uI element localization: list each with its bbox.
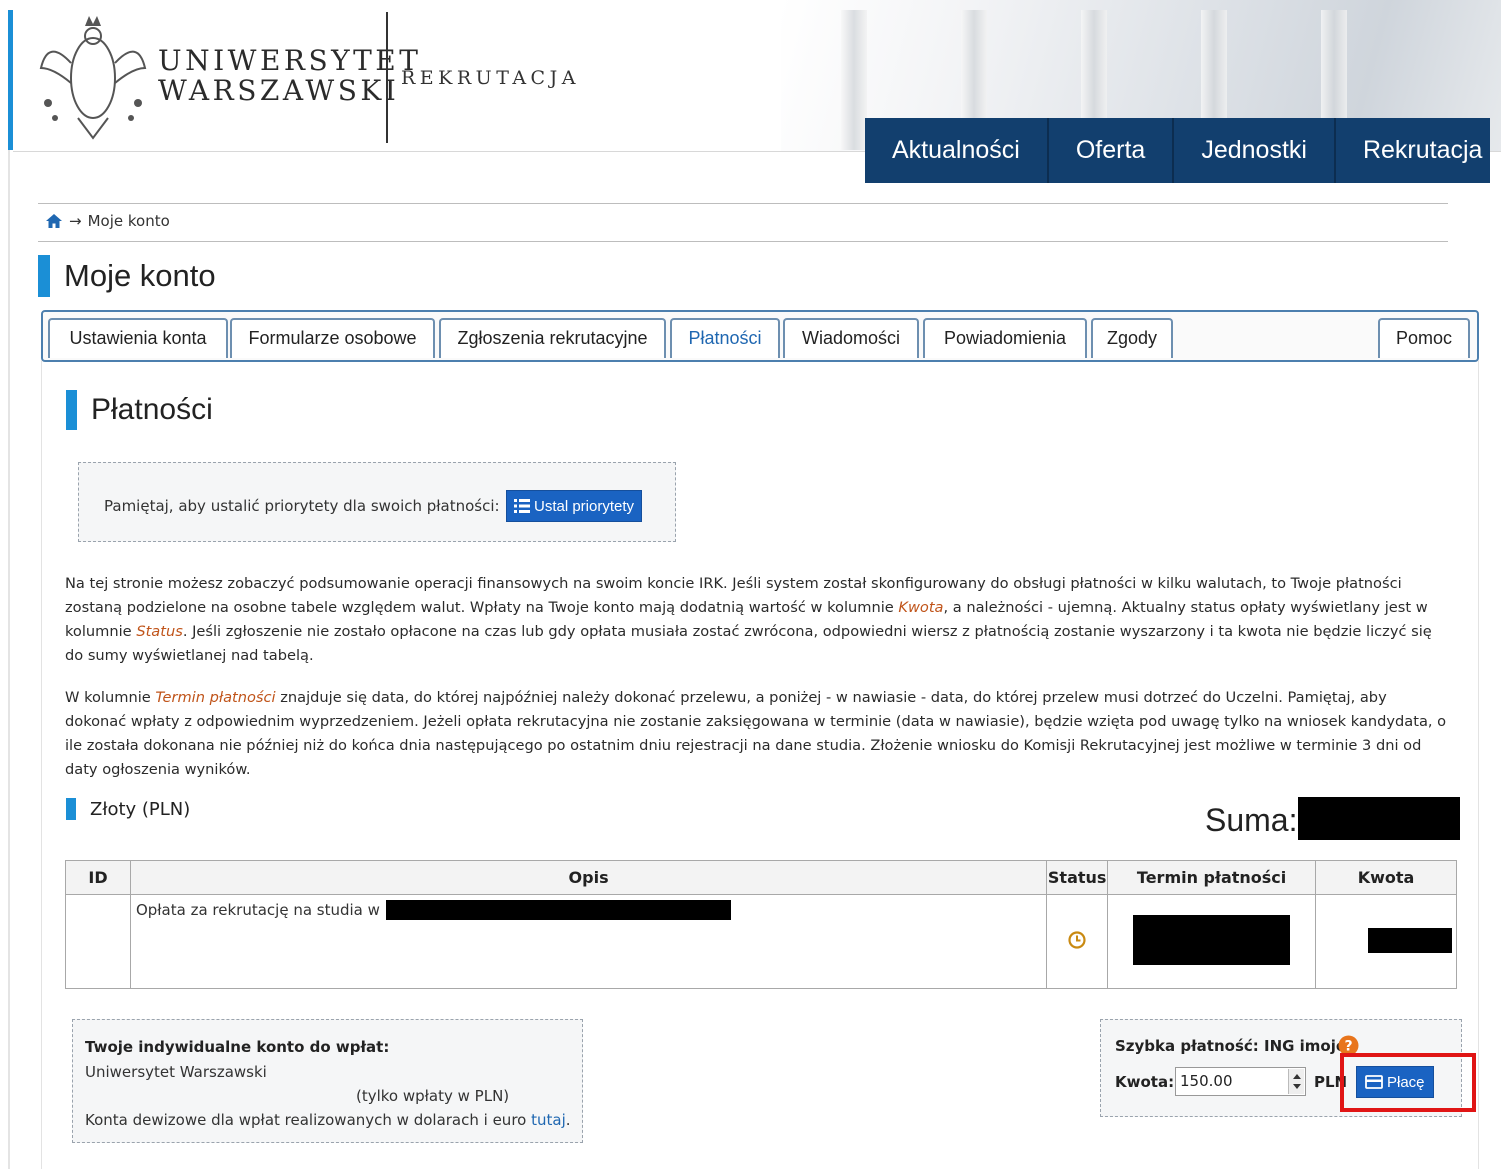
logo-wordmark: UNIWERSYTET WARSZAWSKI [158,44,422,107]
tab-wiadomosci[interactable]: Wiadomości [783,318,919,358]
nav-oferta[interactable]: Oferta [1049,118,1175,183]
amount-label: Kwota: [1115,1073,1175,1091]
section-accent-bar [66,390,77,430]
tab-platnosci[interactable]: Płatności [670,318,780,358]
cell-id [65,894,131,989]
tab-formularze-osobowe[interactable]: Formularze osobowe [230,318,435,358]
tab-pomoc[interactable]: Pomoc [1378,318,1470,358]
priority-text: Pamiętaj, aby ustalić priorytety dla swo… [104,497,500,515]
breadcrumb-arrow: → [69,212,82,230]
cell-kwota [1315,894,1457,989]
section-header: Płatności [66,390,213,430]
logo-divider [386,12,388,143]
tab-powiadomienia[interactable]: Powiadomienia [923,318,1087,358]
foreign-accounts-text: Konta dewizowe dla wpłat realizowanych w… [85,1111,571,1129]
payment-description: Opłata za rekrutację na studia w " [135,901,392,919]
tab-zgody[interactable]: Zgody [1091,318,1173,358]
termin-redacted [1133,915,1291,965]
termin-highlight: Termin płatności [155,689,276,706]
university-eagle-logo [39,16,147,140]
individual-account-box: Twoje indywidualne konto do wpłat: Uniwe… [72,1019,583,1143]
top-navigation: Aktualności Oferta Jednostki Rekrutacja [865,118,1491,183]
breadcrumb: → Moje konto [45,212,170,230]
stepper-arrows-icon [1293,1074,1301,1089]
info-paragraph-2: W kolumnie Termin płatności znajduje się… [65,689,1447,778]
currency-header: Złoty (PLN) [66,798,190,820]
info-paragraph-1: Na tej stronie możesz zobaczyć podsumowa… [65,575,1432,664]
divider [38,241,1448,242]
column-header-kwota[interactable]: Kwota [1315,860,1457,895]
breadcrumb-current: Moje konto [87,212,170,230]
tab-ustawienia-konta[interactable]: Ustawienia konta [48,318,228,358]
currency-accent-bar [66,798,76,820]
cell-opis: Opłata za rekrutację na studia w " [129,894,1048,989]
page-title: Moje konto [64,258,216,293]
account-bank-name: Uniwersytet Warszawski [85,1063,267,1081]
divider [38,203,1448,204]
page-header: Moje konto [38,255,216,297]
set-priorities-label: Ustal priorytety [534,497,635,515]
kwota-redacted [1368,928,1453,953]
tab-zgloszenia-rekrutacyjne[interactable]: Zgłoszenia rekrutacyjne [439,318,666,358]
kwota-highlight: Kwota [898,599,944,616]
frame-border [8,150,10,1169]
payments-table: ID Opis Status Termin płatności Kwota Op… [65,860,1457,989]
cell-termin [1107,894,1317,989]
list-icon [514,499,530,513]
column-header-status[interactable]: Status [1046,860,1109,895]
amount-stepper[interactable] [1288,1069,1304,1094]
clock-icon [1068,930,1086,949]
sum-label: Suma: [1205,802,1298,838]
nav-jednostki[interactable]: Jednostki [1174,118,1336,183]
section-title: Płatności [91,393,213,426]
cell-status [1046,894,1109,989]
table-row: Opłata za rekrutację na studia w " [65,894,1457,989]
column-header-id[interactable]: ID [65,860,131,895]
account-pln-only: (tylko wpłaty w PLN) [356,1087,510,1105]
foreign-accounts-link[interactable]: tutaj [531,1111,566,1129]
title-accent-bar [38,255,50,297]
amount-input[interactable]: 150.00 [1175,1067,1306,1096]
home-icon[interactable] [45,213,63,229]
nav-aktualnosci[interactable]: Aktualności [865,118,1049,183]
account-tabs: Ustawienia konta Formularze osobowe Zgło… [41,310,1479,362]
column-header-termin[interactable]: Termin płatności [1107,860,1317,895]
account-title: Twoje indywidualne konto do wpłat: [85,1038,390,1056]
priority-notice: Pamiętaj, aby ustalić priorytety dla swo… [78,462,676,542]
quick-payment-title: Szybka płatność: ING imoje [1115,1037,1347,1055]
description-redacted [385,900,731,920]
sum-value-redacted [1298,797,1460,840]
column-header-opis[interactable]: Opis [129,860,1048,895]
status-highlight: Status [136,623,183,640]
logo-subtitle: REKRUTACJA [401,67,580,89]
currency-label: Złoty (PLN) [90,798,191,820]
annotation-highlight [1340,1053,1476,1112]
nav-rekrutacja[interactable]: Rekrutacja [1336,118,1491,183]
set-priorities-button[interactable]: Ustal priorytety [506,490,643,522]
